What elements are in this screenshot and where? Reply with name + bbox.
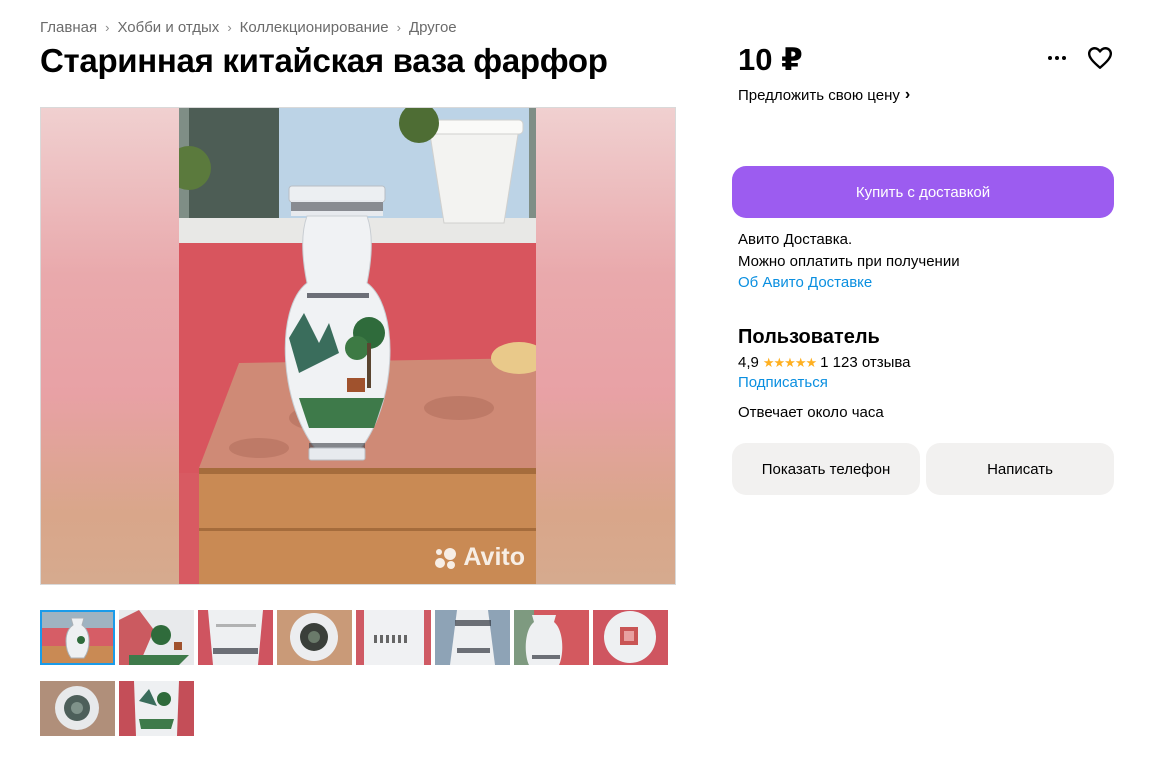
response-time: Отвечает около часа: [738, 404, 884, 421]
avito-watermark: Avito: [433, 543, 525, 572]
thumbnail-5[interactable]: [356, 610, 431, 665]
main-photo[interactable]: [179, 108, 538, 584]
thumbnail-2[interactable]: [119, 610, 194, 665]
avito-logo-icon: [435, 547, 457, 569]
rating-stars-icon: ★★★★★: [762, 354, 817, 370]
thumbnail-10[interactable]: [119, 681, 194, 736]
breadcrumb-home[interactable]: Главная: [40, 19, 97, 36]
buy-with-delivery-button[interactable]: Купить с доставкой: [732, 166, 1114, 218]
seller-rating: 4,9 ★★★★★ 1 123 отзыва: [738, 354, 911, 371]
thumbnail-strip: [40, 610, 680, 665]
thumbnail-8[interactable]: [593, 610, 668, 665]
chevron-right-icon: ›: [396, 20, 401, 35]
photo-blur-left: [41, 108, 179, 584]
rating-value: 4,9: [738, 354, 759, 371]
more-options-icon[interactable]: [1045, 48, 1069, 68]
chevron-right-icon: ›: [904, 86, 911, 103]
show-phone-button[interactable]: Показать телефон: [732, 443, 920, 495]
watermark-text: Avito: [463, 543, 525, 571]
thumbnail-9[interactable]: [40, 681, 115, 736]
write-message-button[interactable]: Написать: [926, 443, 1114, 495]
breadcrumb: Главная › Хобби и отдых › Коллекциониров…: [40, 19, 457, 36]
seller-name[interactable]: Пользователь: [738, 326, 880, 349]
thumbnail-3[interactable]: [198, 610, 273, 665]
breadcrumb-hobby[interactable]: Хобби и отдых: [117, 19, 219, 36]
favorite-heart-icon[interactable]: [1087, 45, 1113, 71]
about-delivery-link[interactable]: Об Авито Доставке: [738, 274, 872, 291]
thumbnail-1[interactable]: [40, 610, 115, 665]
thumbnail-6[interactable]: [435, 610, 510, 665]
offer-price-link[interactable]: Предложить свою цену ›: [738, 86, 910, 104]
thumbnail-4[interactable]: [277, 610, 352, 665]
breadcrumb-other[interactable]: Другое: [409, 19, 457, 36]
breadcrumb-collecting[interactable]: Коллекционирование: [240, 19, 389, 36]
delivery-info-payment: Можно оплатить при получении: [738, 253, 960, 270]
subscribe-link[interactable]: Подписаться: [738, 374, 828, 391]
price: 10 ₽: [738, 42, 803, 77]
chevron-right-icon: ›: [227, 20, 232, 35]
reviews-count[interactable]: 1 123 отзыва: [820, 354, 910, 371]
chevron-right-icon: ›: [105, 20, 110, 35]
photo-blur-right: [536, 108, 675, 584]
thumbnail-strip-row-2: [40, 681, 194, 736]
page-title: Старинная китайская ваза фарфор: [40, 42, 608, 79]
thumbnail-7[interactable]: [514, 610, 589, 665]
delivery-info-title: Авито Доставка.: [738, 231, 853, 248]
main-photo-gallery[interactable]: Avito: [40, 107, 676, 585]
offer-price-label: Предложить свою цену: [738, 86, 900, 104]
